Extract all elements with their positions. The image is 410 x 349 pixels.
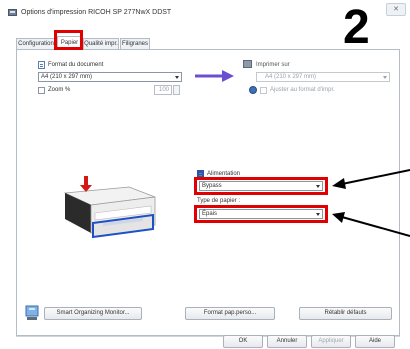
papier-tab-highlight [54,30,83,50]
paper-type-highlight [194,205,328,223]
fit-to-print-label: Ajuster au format d'impr. [270,87,335,93]
print-on-select[interactable]: A4 (210 x 297 mm) [256,72,390,82]
restore-defaults-button[interactable]: Rétablir défauts [299,307,392,320]
apply-button[interactable]: Appliquer [311,335,351,348]
zoom-checkbox[interactable] [38,87,45,94]
paper-type-label: Type de papier : [197,198,241,204]
paper-source-highlight [194,177,328,195]
tab-qualite-impr[interactable]: Qualité impr. [83,38,119,49]
step-number: 2 [343,1,370,54]
zoom-label: Zoom % [48,87,71,93]
print-on-value: A4 (210 x 297 mm) [265,74,317,80]
ok-button[interactable]: OK [223,335,263,348]
printer-small-icon [243,60,252,68]
printer-app-icon [8,9,17,16]
close-button[interactable]: ✕ [386,3,406,16]
fit-page-icon [249,86,257,94]
smart-organizing-monitor-button[interactable]: Smart Organizing Monitor... [44,307,142,320]
zoom-input[interactable]: 100 [154,85,172,95]
document-size-label: Format du document [48,62,104,68]
chevron-down-icon [175,76,179,79]
tab-filigranes[interactable]: Filigranes [120,38,150,49]
zoom-stepper[interactable] [173,85,180,95]
chevron-down-icon [383,76,387,79]
printer-illustration [63,176,156,239]
document-icon [38,61,45,69]
cancel-button[interactable]: Annuler [267,335,307,348]
document-size-select[interactable]: A4 (210 x 297 mm) [38,72,182,82]
custom-paper-size-button[interactable]: Format pap.perso... [185,307,275,320]
document-size-value: A4 (210 x 297 mm) [41,74,93,80]
right-arrow-icon [195,70,234,82]
tab-configuration[interactable]: Configuration [16,38,56,49]
smart-organizing-monitor-icon [25,305,39,320]
window-title: Options d'impression RICOH SP 277NwX DDS… [21,9,172,16]
print-on-label: Imprimer sur [256,62,290,68]
help-button[interactable]: Aide [355,335,395,348]
fit-to-print-checkbox[interactable] [260,87,267,94]
